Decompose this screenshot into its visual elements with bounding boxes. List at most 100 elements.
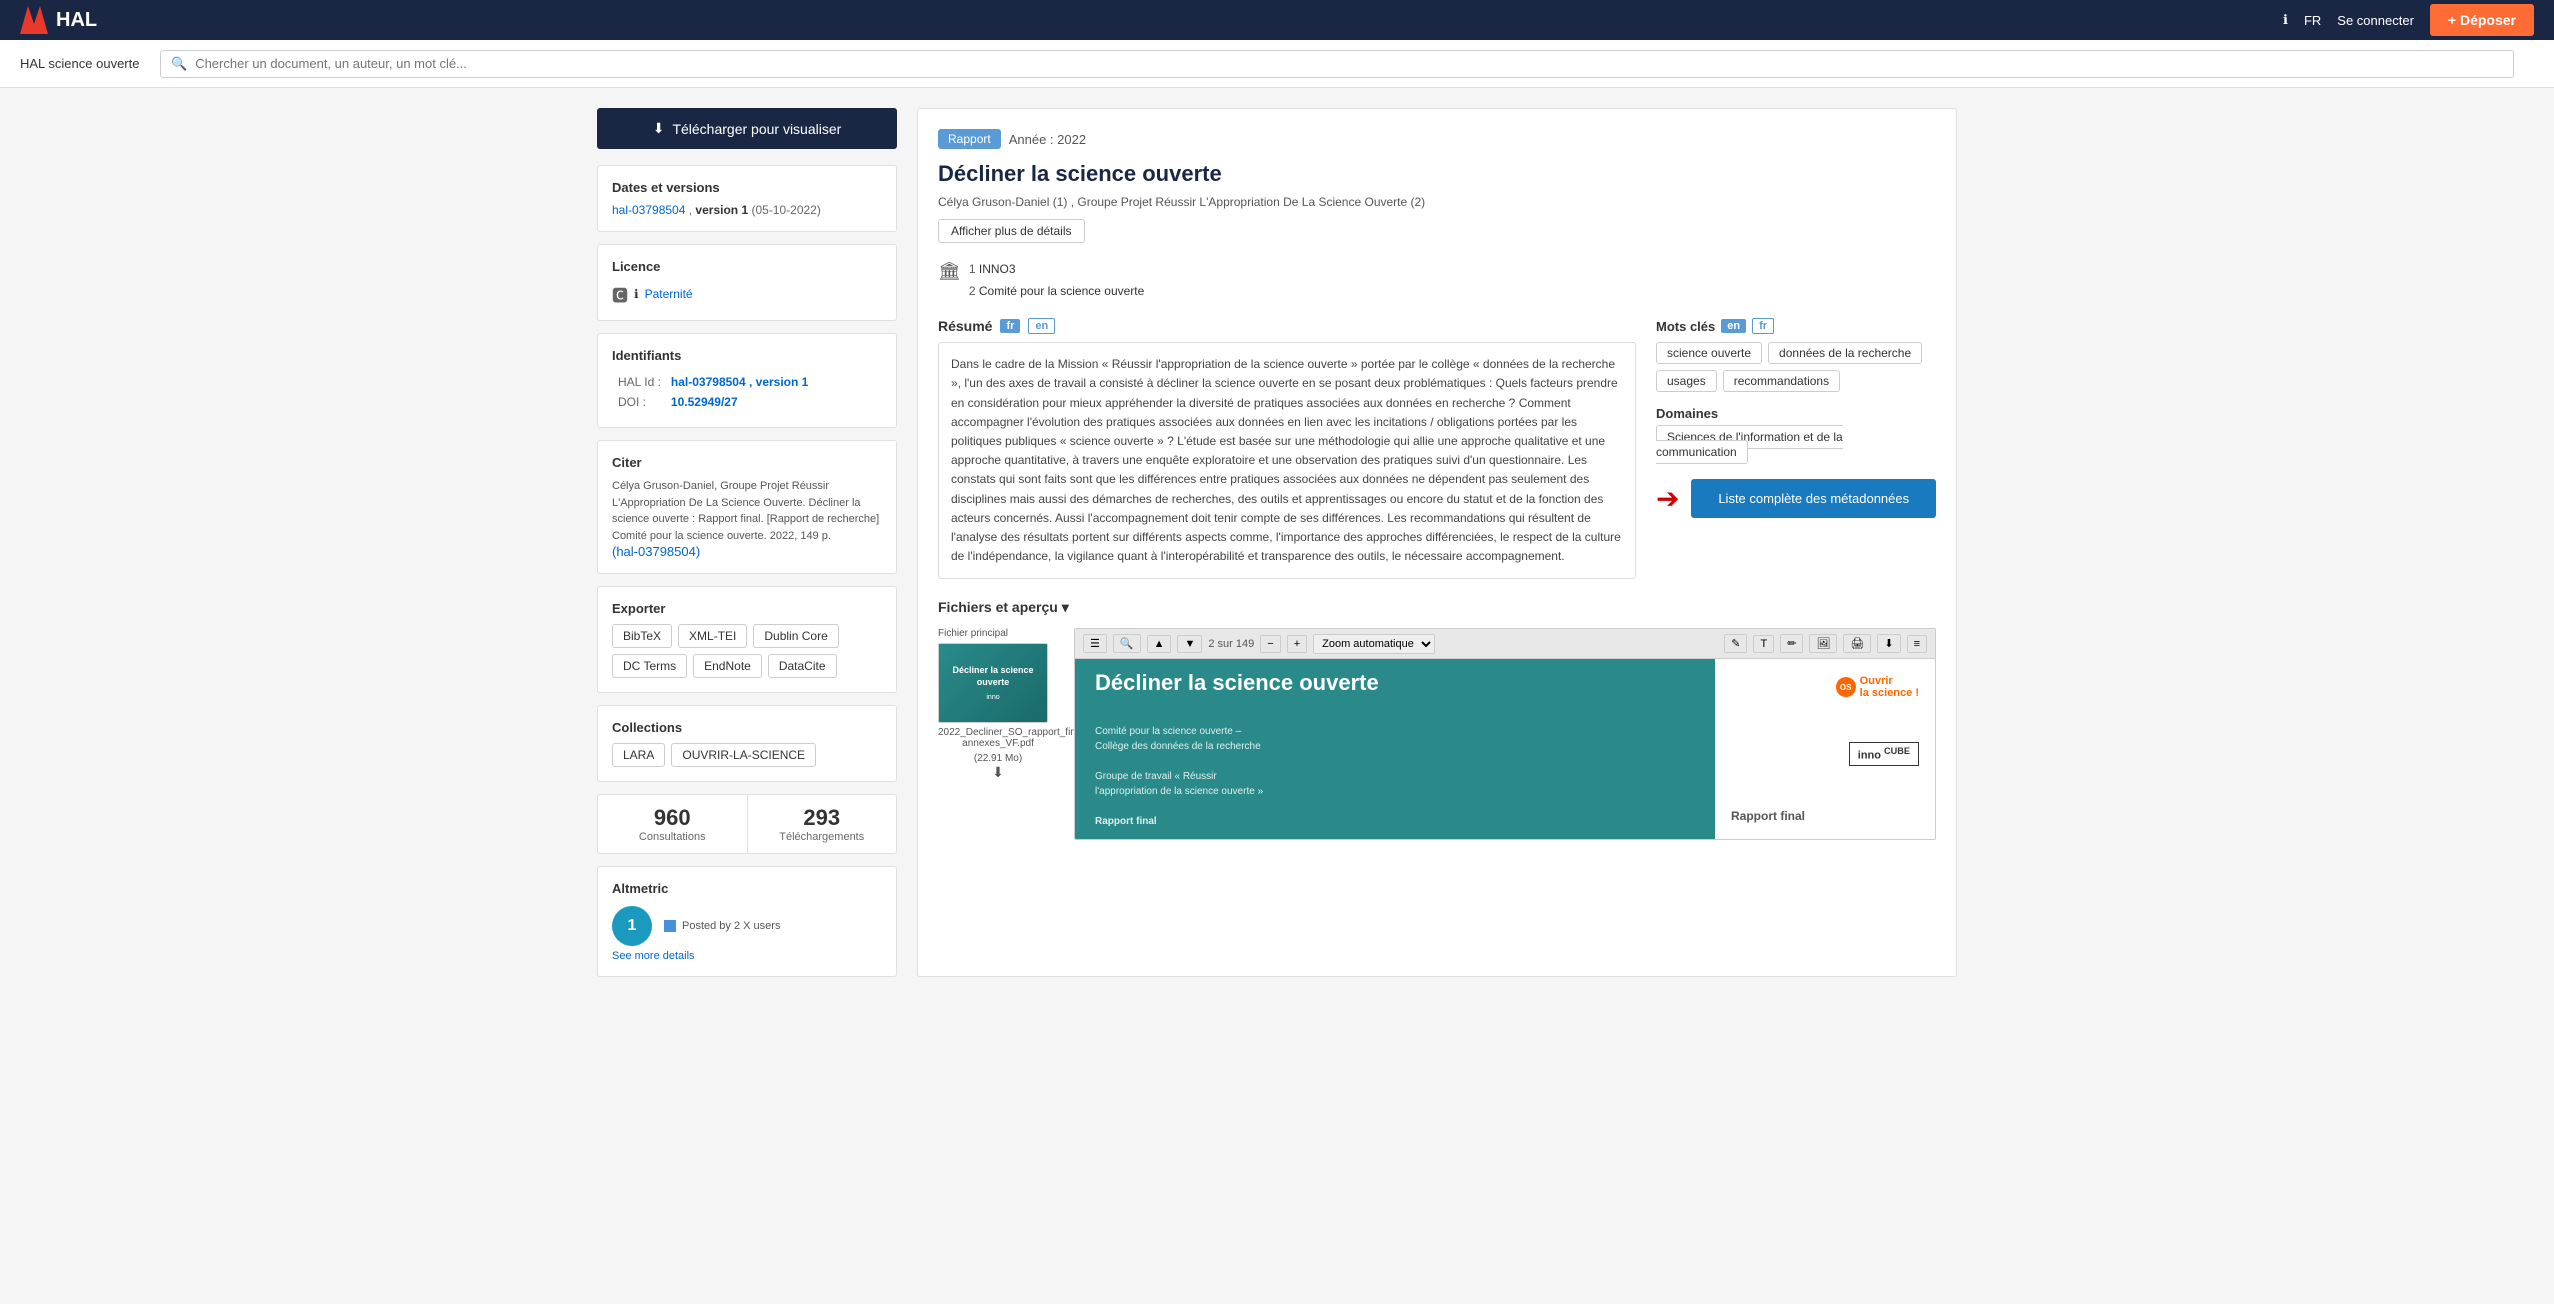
pdf-tool-4[interactable]: 🖼 — [1809, 634, 1837, 653]
collections-title: Collections — [612, 720, 882, 735]
altmetric-title: Altmetric — [612, 881, 882, 896]
consultations-count: 960 — [608, 805, 737, 831]
pdf-zoom-select[interactable]: Zoom automatique — [1313, 634, 1435, 654]
creative-commons-icon: 🅲 — [612, 282, 628, 306]
search-input[interactable] — [195, 56, 2503, 71]
affiliation-1: 1 INNO3 — [969, 259, 1144, 281]
files-layout: Fichier principal Décliner la science ou… — [938, 628, 1936, 840]
pdf-viewer: ☰ 🔍 ▲ ▼ 2 sur 149 − + Zoom automatique — [1074, 628, 1936, 840]
licence-title: Licence — [612, 259, 882, 274]
top-nav-right: ℹ FR Se connecter + Déposer — [2283, 4, 2534, 36]
licence-link[interactable]: Paternité — [645, 287, 693, 301]
keyword-tag[interactable]: recommandations — [1723, 370, 1840, 392]
doc-type-badges: Rapport Année : 2022 — [938, 129, 1936, 149]
metadata-button[interactable]: Liste complète des métadonnées — [1691, 479, 1936, 518]
search-input-wrap[interactable]: 🔍 — [160, 50, 2514, 78]
file-size: (22.91 Mo) — [938, 753, 1058, 764]
altmetric-more-link[interactable]: See more details — [612, 950, 882, 962]
licence-info-icon: ℹ — [634, 287, 639, 301]
downloads-count: 293 — [758, 805, 887, 831]
collection-ouvrir[interactable]: OUVRIR-LA-SCIENCE — [671, 743, 816, 767]
pdf-subtitle: Comité pour la science ouverte – Collège… — [1095, 724, 1695, 829]
pdf-zoom-out[interactable]: − — [1260, 635, 1280, 653]
pdf-panel-toggle[interactable]: ☰ — [1083, 634, 1107, 653]
consultations-stat: 960 Consultations — [598, 795, 748, 853]
files-title: Fichiers et aperçu ▾ — [938, 599, 1936, 616]
pdf-rapport-label: Rapport final — [1731, 809, 1805, 823]
login-button[interactable]: Se connecter — [2337, 13, 2414, 28]
pdf-tool-5[interactable]: 🖨 — [1843, 634, 1871, 653]
abstract-title-row: Résumé fr en — [938, 318, 1636, 334]
keyword-tag[interactable]: usages — [1656, 370, 1717, 392]
download-button[interactable]: ⬇ Télécharger pour visualiser — [597, 108, 897, 149]
keywords-lang-active[interactable]: en — [1721, 319, 1746, 333]
file-thumbnail: Fichier principal Décliner la science ou… — [938, 628, 1058, 840]
doc-title: Décliner la science ouverte — [938, 161, 1936, 187]
hal-id-link[interactable]: hal-03798504 — [612, 203, 689, 217]
sidebar: ⬇ Télécharger pour visualiser Dates et v… — [597, 108, 897, 977]
affiliation-2: 2 Comité pour la science ouverte — [969, 281, 1144, 303]
export-xmltei[interactable]: XML-TEI — [678, 624, 747, 648]
download-file-icon[interactable]: ⬇ — [938, 764, 1058, 781]
keyword-tag[interactable]: données de la recherche — [1768, 342, 1922, 364]
hal-id-value: hal-03798504 , version 1 — [667, 373, 812, 391]
logo[interactable]: HAL — [20, 6, 97, 34]
language-selector[interactable]: FR — [2304, 13, 2321, 28]
keyword-tag[interactable]: science ouverte — [1656, 342, 1762, 364]
cite-text: Célya Gruson-Daniel, Groupe Projet Réuss… — [612, 478, 882, 544]
pdf-next-page[interactable]: ▼ — [1177, 635, 1202, 653]
doi-value: 10.52949/27 — [667, 393, 812, 411]
info-icon[interactable]: ℹ — [2283, 12, 2288, 28]
affiliation-icon: 🏛 — [938, 261, 961, 282]
more-details-button[interactable]: Afficher plus de détails — [938, 219, 1085, 243]
abstract-lang-other[interactable]: en — [1028, 318, 1055, 334]
pdf-tool-3[interactable]: ✏ — [1780, 634, 1803, 653]
export-dublincore[interactable]: Dublin Core — [753, 624, 838, 648]
domains-title: Domaines — [1656, 406, 1936, 421]
main-content: Rapport Année : 2022 Décliner la science… — [917, 108, 1957, 977]
inno-logo: inno CUBE — [1849, 742, 1919, 766]
pdf-zoom-in[interactable]: + — [1287, 635, 1307, 653]
domain-tag[interactable]: Sciences de l'information et de la commu… — [1656, 425, 1843, 464]
pdf-page-info: 2 sur 149 — [1208, 638, 1254, 650]
export-datacite[interactable]: DataCite — [768, 654, 837, 678]
export-dcterms[interactable]: DC Terms — [612, 654, 687, 678]
chevron-down-icon: ▾ — [1062, 599, 1069, 615]
altmetric-badge: 1 — [612, 906, 652, 946]
hal-logo-text: HAL — [56, 9, 97, 32]
deposit-button[interactable]: + Déposer — [2430, 4, 2534, 36]
consultations-label: Consultations — [608, 831, 737, 843]
badge-year: Année : 2022 — [1009, 132, 1086, 147]
cite-section: Citer Célya Gruson-Daniel, Groupe Projet… — [597, 440, 897, 574]
badge-rapport: Rapport — [938, 129, 1001, 149]
downloads-stat: 293 Téléchargements — [748, 795, 897, 853]
downloads-label: Téléchargements — [758, 831, 887, 843]
altmetric-info: Posted by 2 X users — [664, 920, 780, 932]
pdf-left-panel: Décliner la science ouverte Comité pour … — [1075, 659, 1715, 839]
pdf-search-btn[interactable]: 🔍 — [1113, 634, 1141, 653]
pdf-prev-page[interactable]: ▲ — [1147, 635, 1172, 653]
pdf-tool-7[interactable]: ≡ — [1907, 635, 1927, 653]
dates-section: Dates et versions hal-03798504 , version… — [597, 165, 897, 232]
cite-link[interactable]: (hal-03798504) — [612, 544, 700, 559]
abstract-lang-active[interactable]: fr — [1000, 319, 1020, 333]
keywords-domains-area: Mots clés en fr science ouverte données … — [1656, 318, 1936, 579]
stats-section: 960 Consultations 293 Téléchargements — [597, 794, 897, 854]
search-bar: HAL science ouverte 🔍 — [0, 40, 2554, 88]
file-label: Fichier principal — [938, 628, 1058, 639]
site-label: HAL science ouverte — [20, 56, 140, 71]
cite-title: Citer — [612, 455, 882, 470]
pdf-tool-1[interactable]: ✎ — [1724, 634, 1747, 653]
pdf-toolbar: ☰ 🔍 ▲ ▼ 2 sur 149 − + Zoom automatique — [1075, 629, 1935, 659]
altmetric-section: Altmetric 1 Posted by 2 X users See more… — [597, 866, 897, 977]
export-bibtex[interactable]: BibTeX — [612, 624, 672, 648]
pdf-tool-2[interactable]: T — [1753, 635, 1774, 653]
hal-id-label: HAL Id : — [614, 373, 665, 391]
export-endnote[interactable]: EndNote — [693, 654, 762, 678]
keyword-tags: science ouverte données de la recherche … — [1656, 342, 1936, 392]
pdf-tool-6[interactable]: ⬇ — [1877, 634, 1900, 653]
file-thumb-image[interactable]: Décliner la science ouverte inno — [938, 643, 1048, 723]
collection-lara[interactable]: LARA — [612, 743, 665, 767]
keywords-lang-other[interactable]: fr — [1752, 318, 1774, 334]
export-section: Exporter BibTeX XML-TEI Dublin Core DC T… — [597, 586, 897, 693]
